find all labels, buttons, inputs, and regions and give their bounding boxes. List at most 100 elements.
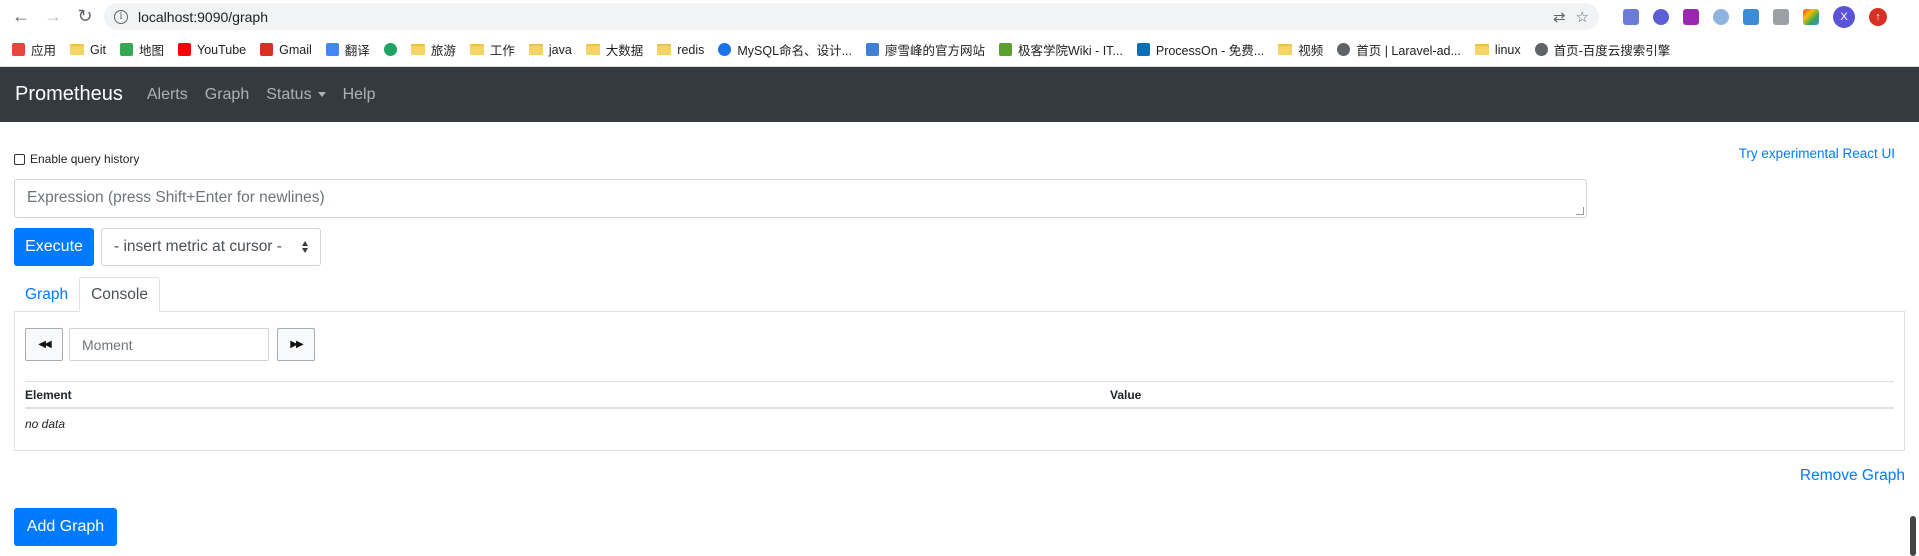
fast-forward-icon[interactable]: ▶▶: [277, 328, 315, 361]
bookmarks-bar: 应用 Git 地图 YouTube Gmail 翻译 旅游 工作 java 大数据 redis MyS…: [0, 33, 1919, 67]
c-logo-icon: [383, 43, 397, 56]
bookmark-item[interactable]: 视频: [1278, 40, 1323, 59]
extension-icon[interactable]: [1743, 8, 1759, 25]
address-bar[interactable]: i localhost:9090/graph ⇄ ☆: [104, 3, 1599, 30]
add-graph-button[interactable]: Add Graph: [14, 508, 117, 546]
bookmark-label: 翻译: [344, 44, 370, 58]
bookmark-item[interactable]: 旅游: [410, 40, 456, 59]
bookmark-item[interactable]: 工作: [469, 40, 515, 59]
scrollbar-thumb[interactable]: [1910, 516, 1916, 556]
tab-graph[interactable]: Graph: [14, 277, 79, 312]
bookmark-item[interactable]: 首页-百度云搜索引擎: [1534, 40, 1671, 59]
folder-icon: [1474, 44, 1489, 55]
bookmark-item[interactable]: MySQL命名、设计...: [718, 40, 852, 59]
bookmark-label: Git: [90, 42, 106, 57]
query-history-checkbox[interactable]: [14, 153, 25, 165]
bookmark-item[interactable]: 大数据: [585, 40, 644, 59]
bookmark-item[interactable]: linux: [1474, 42, 1521, 57]
bookmark-item[interactable]: 极客学院Wiki - IT...: [999, 40, 1123, 59]
bookmark-label: 大数据: [605, 44, 644, 58]
results-table: Element Value no data: [25, 381, 1894, 439]
nav-graph[interactable]: Graph: [205, 86, 249, 104]
bookmark-item[interactable]: 应用: [12, 40, 56, 59]
header-element: Element: [25, 387, 72, 402]
extension-icon[interactable]: [1803, 8, 1819, 25]
brand-title[interactable]: Prometheus: [15, 83, 123, 106]
table-row: no data: [25, 409, 1894, 439]
globe-icon: [1337, 43, 1351, 56]
jike-icon: [999, 43, 1012, 56]
top-navbar: Prometheus Alerts Graph Status Help: [0, 67, 1919, 122]
extension-icon[interactable]: [1713, 8, 1729, 25]
processon-icon: [1136, 43, 1150, 56]
moment-input[interactable]: Moment: [69, 328, 269, 361]
browser-toolbar: ← → ↻ i localhost:9090/graph ⇄ ☆ X ↑: [0, 0, 1919, 33]
bookmark-label: 地图: [139, 44, 165, 58]
reload-icon[interactable]: ↻: [72, 4, 98, 30]
globe-icon: [1534, 43, 1548, 56]
select-arrows-icon: [302, 241, 308, 253]
bookmark-label: linux: [1494, 42, 1521, 57]
folder-icon: [657, 44, 672, 55]
bookmark-label: 廖雪峰的官方网站: [884, 44, 985, 58]
execute-button[interactable]: Execute: [14, 228, 94, 266]
bookmark-item[interactable]: ProcessOn - 免费...: [1136, 40, 1264, 59]
bookmark-label: YouTube: [197, 42, 247, 57]
maps-icon: [120, 43, 133, 56]
extension-icon[interactable]: [1653, 8, 1669, 25]
bookmark-label: 工作: [489, 44, 515, 58]
folder-icon: [585, 44, 600, 55]
bookmark-item[interactable]: Gmail: [260, 43, 312, 57]
extension-icon[interactable]: [1623, 8, 1639, 25]
no-data-text: no data: [25, 417, 66, 431]
insert-metric-label: - insert metric at cursor -: [114, 238, 282, 255]
bookmark-item[interactable]: 地图: [120, 40, 164, 59]
bookmark-item[interactable]: 廖雪峰的官方网站: [865, 40, 985, 59]
bookmark-star-icon[interactable]: ☆: [1576, 8, 1589, 26]
bookmark-item[interactable]: [383, 43, 397, 56]
bookmark-item[interactable]: YouTube: [178, 43, 246, 57]
site-info-icon[interactable]: i: [114, 9, 128, 24]
rewind-icon[interactable]: ◀◀: [25, 328, 63, 361]
table-header: Element Value: [25, 381, 1894, 409]
bookmark-label: Gmail: [279, 42, 312, 57]
nav-status-dropdown[interactable]: Status: [266, 86, 326, 104]
url-text[interactable]: localhost:9090/graph: [138, 9, 1543, 25]
expression-placeholder: Expression (press Shift+Enter for newlin…: [27, 189, 325, 206]
youtube-icon: [178, 43, 192, 56]
nav-help[interactable]: Help: [343, 86, 376, 104]
react-ui-link[interactable]: Try experimental React UI: [1739, 146, 1895, 161]
bookmark-item[interactable]: 翻译: [325, 40, 370, 59]
folder-icon: [469, 44, 484, 55]
expression-input[interactable]: Expression (press Shift+Enter for newlin…: [14, 179, 1587, 218]
profile-avatar[interactable]: X: [1833, 5, 1855, 28]
bookmark-label: 应用: [31, 44, 57, 58]
graph-tabs: Graph Console: [14, 277, 160, 312]
query-history-toggle[interactable]: Enable query history: [14, 152, 139, 166]
bookmark-label: 首页 | Laravel-ad...: [1356, 44, 1461, 58]
camera-icon[interactable]: [1773, 8, 1789, 25]
bookmark-label: MySQL命名、设计...: [737, 44, 852, 58]
bookmark-item[interactable]: 首页 | Laravel-ad...: [1337, 40, 1461, 59]
resize-handle-icon[interactable]: [1576, 207, 1584, 215]
nav-alerts[interactable]: Alerts: [147, 86, 188, 104]
bookmark-label: 极客学院Wiki - IT...: [1018, 44, 1123, 58]
update-icon[interactable]: ↑: [1869, 7, 1887, 26]
remove-graph-link[interactable]: Remove Graph: [1800, 467, 1905, 485]
bookmark-label: 视频: [1298, 44, 1324, 58]
bookmark-label: 首页-百度云搜索引擎: [1553, 44, 1671, 58]
insert-metric-select[interactable]: - insert metric at cursor -: [101, 228, 321, 266]
translate-page-icon[interactable]: ⇄: [1553, 8, 1566, 26]
tab-console[interactable]: Console: [79, 277, 160, 312]
translate-icon: [325, 43, 339, 56]
bookmark-item[interactable]: redis: [657, 43, 704, 57]
extension-icon[interactable]: [1683, 8, 1699, 25]
back-icon[interactable]: ←: [8, 4, 34, 30]
forward-icon[interactable]: →: [40, 4, 66, 30]
globe-icon: [718, 43, 732, 56]
bookmark-item[interactable]: Git: [70, 43, 106, 57]
apps-grid-icon: [12, 43, 25, 56]
extensions-area: X ↑: [1623, 5, 1887, 28]
bookmark-label: 旅游: [430, 44, 456, 58]
bookmark-item[interactable]: java: [528, 43, 572, 57]
